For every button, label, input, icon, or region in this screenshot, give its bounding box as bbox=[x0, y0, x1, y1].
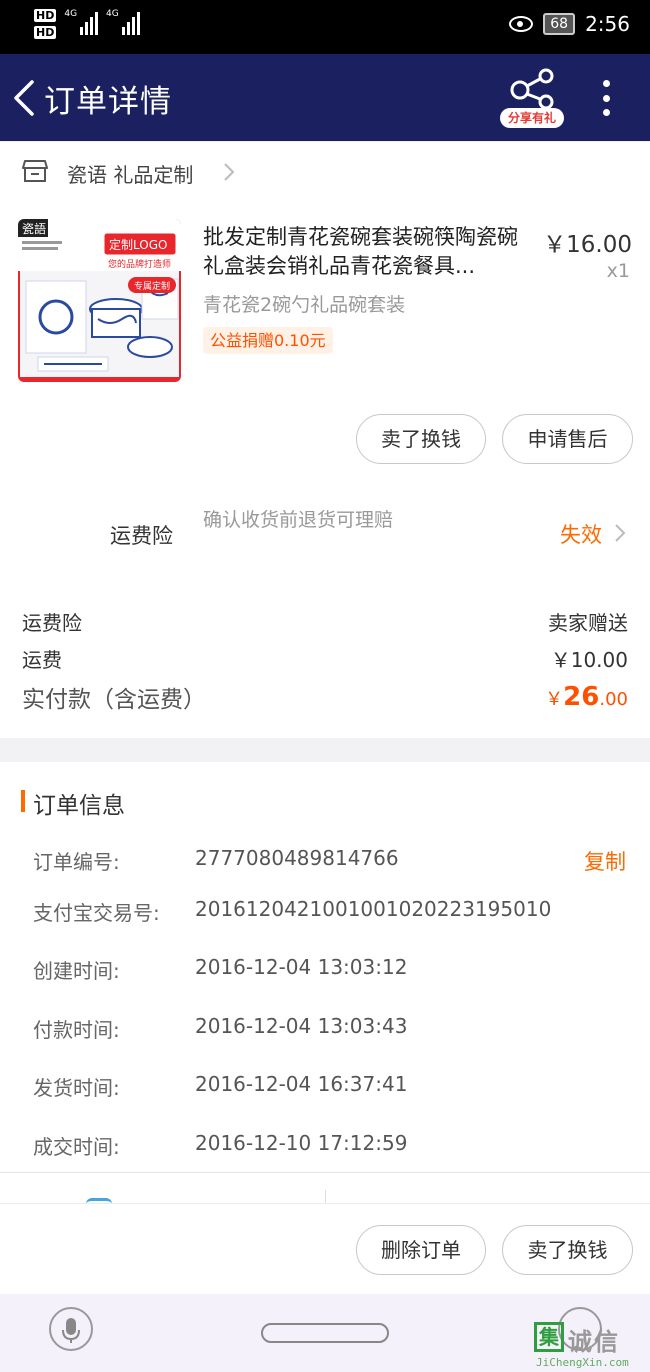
completed-time-value: 2016-12-10 17:12:59 bbox=[195, 1131, 408, 1155]
paid-time-label: 付款时间: bbox=[33, 1018, 120, 1042]
signal-icon-2: 4G bbox=[106, 9, 140, 35]
paid-time-value: 2016-12-04 13:03:43 bbox=[195, 1014, 408, 1038]
insurance-status: 失效 bbox=[560, 523, 602, 547]
shipping-fee-value: ￥10.00 bbox=[550, 648, 628, 672]
insurance-description: 确认收货前退货可理赔 bbox=[203, 509, 394, 531]
more-options-button[interactable] bbox=[596, 80, 616, 116]
chevron-right-icon bbox=[224, 163, 235, 181]
chevron-right-icon bbox=[615, 524, 626, 542]
status-left: HD HD 4G 4G bbox=[34, 9, 140, 39]
contact-separator bbox=[325, 1190, 326, 1204]
store-icon bbox=[22, 160, 48, 182]
charity-tag: 公益捐赠0.10元 bbox=[203, 327, 333, 354]
signal-icon-1: 4G bbox=[64, 9, 99, 35]
hd-badge-1: HD bbox=[34, 9, 57, 22]
network-label-1: 4G bbox=[64, 9, 78, 19]
after-sale-button[interactable]: 申请售后 bbox=[502, 414, 633, 464]
network-label-2: 4G bbox=[106, 9, 119, 19]
page-title: 订单详情 bbox=[44, 84, 172, 120]
back-button[interactable] bbox=[10, 78, 40, 118]
share-badge: 分享有礼 bbox=[500, 108, 564, 128]
resell-button[interactable]: 卖了换钱 bbox=[356, 414, 486, 464]
order-info-title: 订单信息 bbox=[33, 793, 125, 819]
product-price: ￥16.00 bbox=[543, 232, 632, 258]
logo-banner-text: 定制LOGO bbox=[109, 237, 167, 252]
shipping-fee-label: 运费 bbox=[22, 648, 62, 672]
alipay-number-value: 2016120421001001020223195010 bbox=[195, 897, 552, 921]
custom-tag-text: 专属定制 bbox=[134, 280, 170, 292]
copy-button[interactable]: 复制 bbox=[584, 846, 626, 876]
brand-text: 瓷語 bbox=[22, 221, 46, 236]
status-bar: HD HD 4G 4G 68 2:56 bbox=[0, 0, 650, 54]
total-paid-value: ￥26.00 bbox=[545, 682, 628, 712]
total-integer: 26 bbox=[563, 682, 600, 712]
product-thumbnail: 瓷語 定制LOGO 您的品牌打造师 专属定制 bbox=[18, 219, 181, 382]
watermark-url: JiChengXin.com bbox=[536, 1356, 629, 1369]
created-time-label: 创建时间: bbox=[33, 959, 120, 983]
slogan-text: 您的品牌打造师 bbox=[108, 258, 171, 270]
insurance-label: 运费险 bbox=[110, 524, 173, 548]
home-pill[interactable] bbox=[261, 1323, 389, 1343]
section-divider bbox=[0, 738, 650, 762]
battery-indicator: 68 bbox=[543, 13, 576, 35]
product-quantity: x1 bbox=[606, 260, 630, 282]
hd-badge-2: HD bbox=[34, 26, 57, 39]
app-header: 订单详情 分享有礼 bbox=[0, 54, 650, 141]
section-accent-bar bbox=[21, 790, 25, 812]
watermark-text: 诚信 bbox=[568, 1328, 620, 1356]
shop-name: 瓷语 礼品定制 bbox=[67, 163, 194, 187]
total-currency: ￥ bbox=[545, 689, 564, 710]
created-time-value: 2016-12-04 13:03:12 bbox=[195, 955, 408, 979]
share-icon bbox=[510, 68, 554, 110]
more-dot-icon bbox=[602, 94, 610, 102]
watermark: 集 诚信 JiChengXin.com bbox=[534, 1322, 650, 1372]
share-button[interactable]: 分享有礼 bbox=[500, 68, 564, 130]
product-spec: 青花瓷2碗勺礼品碗套装 bbox=[203, 294, 406, 316]
more-dot-icon bbox=[602, 80, 610, 87]
hd-badges: HD HD bbox=[34, 9, 57, 39]
fee-insurance-value: 卖家赠送 bbox=[548, 611, 628, 635]
product-image[interactable]: 瓷語 定制LOGO 您的品牌打造师 专属定制 bbox=[18, 219, 181, 382]
microphone-icon bbox=[62, 1318, 80, 1343]
status-time: 2:56 bbox=[585, 12, 630, 36]
total-decimal: .00 bbox=[599, 689, 628, 710]
product-title[interactable]: 批发定制青花瓷碗套装碗筷陶瓷碗礼盒装会销礼品青花瓷餐具... bbox=[203, 223, 538, 281]
delete-order-button[interactable]: 删除订单 bbox=[356, 1225, 486, 1275]
shipped-time-label: 发货时间: bbox=[33, 1076, 120, 1100]
microphone-button[interactable] bbox=[49, 1307, 93, 1351]
total-paid-label: 实付款（含运费） bbox=[22, 687, 206, 713]
status-right: 68 2:56 bbox=[509, 12, 630, 36]
watermark-box: 集 bbox=[534, 1322, 564, 1352]
eye-comfort-icon bbox=[509, 16, 534, 32]
order-number-value: 2777080489814766 bbox=[195, 846, 399, 870]
completed-time-label: 成交时间: bbox=[33, 1135, 120, 1159]
chevron-left-icon bbox=[14, 80, 34, 116]
bottom-resell-button[interactable]: 卖了换钱 bbox=[502, 1225, 633, 1275]
more-dot-icon bbox=[602, 109, 610, 116]
fee-insurance-label: 运费险 bbox=[22, 611, 82, 635]
order-number-label: 订单编号: bbox=[33, 850, 120, 874]
shipped-time-value: 2016-12-04 16:37:41 bbox=[195, 1072, 408, 1096]
alipay-number-label: 支付宝交易号: bbox=[33, 901, 160, 925]
shop-row[interactable]: 瓷语 礼品定制 bbox=[0, 141, 650, 201]
